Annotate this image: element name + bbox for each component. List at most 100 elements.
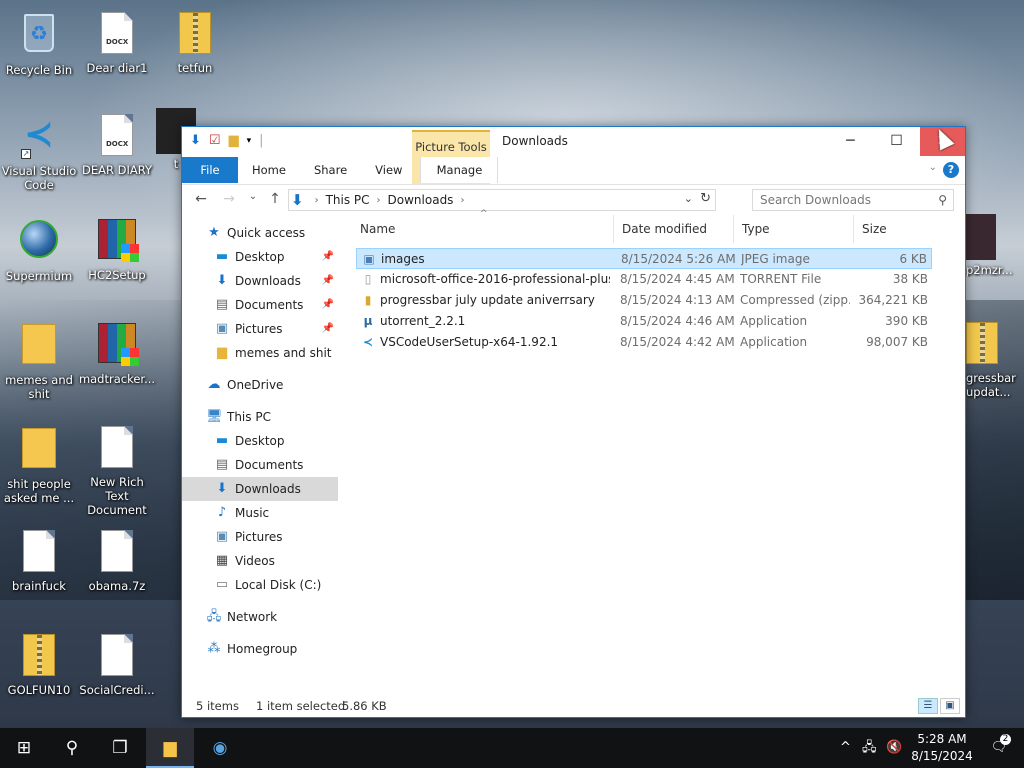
status-selection-size: 5.86 KB — [342, 699, 387, 713]
nav-quick-memes[interactable]: ▆ memes and shit — [182, 341, 338, 365]
pin-icon: 📌 — [321, 299, 334, 310]
breadcrumb-separator-icon[interactable]: › — [315, 195, 319, 206]
tab-file[interactable]: File — [182, 157, 238, 183]
nav-pc-local-disk[interactable]: ▭ Local Disk (C:) — [182, 573, 338, 597]
taskbar-clock[interactable]: 5:28 AM 8/15/2024 — [910, 731, 974, 765]
computer-icon: 🖥 — [206, 409, 223, 424]
table-row[interactable]: ▮ progressbar july update aniverrsary 8/… — [356, 290, 932, 311]
pin-icon: 📌 — [321, 275, 334, 286]
desktop-icon-recycle-bin[interactable]: ♻ Recycle Bin — [0, 10, 78, 77]
nav-pc-pictures[interactable]: ▣ Pictures — [182, 525, 338, 549]
file-explorer-window[interactable]: ⬇ ☑ ▆ ▾ | Downloads ─ ☐ ✕ Picture Tools … — [181, 126, 966, 718]
large-icons-view-icon[interactable]: ▣ — [940, 698, 960, 714]
desktop-icon-socialcredi[interactable]: SocialCredi... — [78, 632, 156, 697]
desktop-icon-supermium[interactable]: Supermium — [0, 216, 78, 283]
start-button[interactable]: ⊞ — [0, 728, 48, 768]
search-input[interactable]: Search Downloads ⚲ — [752, 189, 954, 211]
blank-file-icon: ▯ — [364, 272, 372, 286]
forward-arrow-icon[interactable]: → — [220, 191, 238, 207]
blank-file-icon — [101, 530, 133, 572]
desktop-icon-golfun10[interactable]: GOLFUN10 — [0, 632, 78, 697]
tab-manage[interactable]: Manage — [420, 157, 499, 183]
vscode-icon: ≺ — [362, 335, 374, 349]
table-row[interactable]: ▣ images 8/15/2024 5:26 AM JPEG image 6 … — [356, 248, 932, 269]
volume-muted-icon[interactable]: 🔇 — [886, 728, 902, 768]
details-view-icon[interactable]: ☰ — [918, 698, 938, 714]
up-arrow-icon[interactable]: ↑ — [266, 191, 284, 207]
nav-quick-desktop[interactable]: ▬ Desktop 📌 — [182, 245, 338, 269]
desktop-icon-progressbar-zip[interactable]: gressbar updat... — [966, 322, 1024, 399]
column-header-name[interactable]: Name — [352, 215, 614, 243]
nav-this-pc[interactable]: 🖥 This PC — [182, 405, 338, 429]
taskbar-file-explorer[interactable]: ▆ — [146, 728, 194, 768]
tab-view[interactable]: View — [361, 157, 416, 183]
desktop-icon-dear-diar1[interactable]: DOCX Dear diar1 — [78, 10, 156, 75]
nav-pc-videos[interactable]: ▦ Videos — [182, 549, 338, 573]
zip-folder-icon: ▮ — [364, 293, 372, 307]
desktop-icon-new-rich-text[interactable]: New Rich Text Document — [78, 424, 156, 517]
file-explorer-icon: ▆ — [163, 738, 177, 758]
table-row[interactable]: ▯ microsoft-office-2016-professional-plu… — [356, 269, 932, 290]
nav-homegroup[interactable]: ⁂ Homegroup — [182, 637, 338, 661]
customize-qat-icon[interactable]: ▾ — [247, 133, 252, 149]
desktop-icon-p2mzr[interactable]: p2mzr... — [966, 214, 1024, 277]
desktop-icon-madtracker[interactable]: madtracker... — [78, 320, 156, 386]
nav-quick-access[interactable]: ★ Quick access — [182, 221, 338, 245]
desktop-icon-hc2setup[interactable]: HC2Setup — [78, 216, 156, 282]
desktop-icon-shit-people-folder[interactable]: shit people asked me ... — [0, 424, 78, 505]
image-file-icon — [966, 214, 996, 260]
address-bar[interactable]: ⬇ › This PC › Downloads › ⌄ ↻ — [288, 189, 716, 211]
taskbar-supermium[interactable]: ◉ — [196, 728, 244, 768]
new-folder-icon[interactable]: ▆ — [229, 133, 239, 149]
desktop-icon-dear-diary[interactable]: DOCX DEAR DIARY — [78, 112, 156, 177]
nav-network[interactable]: 🖧 Network — [182, 605, 338, 629]
table-row[interactable]: µ utorrent_2.2.1 8/15/2024 4:46 AM Appli… — [356, 311, 932, 332]
refresh-icon[interactable]: ↻ — [700, 191, 711, 206]
nav-pc-documents[interactable]: ▤ Documents — [182, 453, 338, 477]
task-view-icon: ❐ — [112, 738, 128, 758]
winrar-icon — [98, 323, 139, 366]
help-icon[interactable]: ? — [943, 162, 959, 178]
title-bar[interactable]: ⬇ ☑ ▆ ▾ | Downloads ─ ☐ ✕ — [182, 127, 965, 157]
downloads-icon: ⬇ — [216, 273, 228, 288]
desktop-icon-vscode[interactable]: ≺ ↗ Visual Studio Code — [0, 112, 78, 193]
address-dropdown-icon[interactable]: ⌄ — [684, 192, 693, 205]
desktop-icon-obama-7z[interactable]: obama.7z — [78, 528, 156, 593]
desktop-icon-tetfun[interactable]: tetfun — [156, 10, 234, 75]
network-status-icon[interactable]: 🖧 — [862, 728, 877, 768]
properties-icon[interactable]: ☑ — [209, 133, 221, 149]
column-header-type[interactable]: Type — [734, 215, 854, 243]
nav-onedrive[interactable]: ☁ OneDrive — [182, 373, 338, 397]
downloads-arrow-icon[interactable]: ⬇ — [190, 133, 201, 149]
task-view-button[interactable]: ❐ — [96, 728, 144, 768]
table-row[interactable]: ≺ VSCodeUserSetup-x64-1.92.1 8/15/2024 4… — [356, 332, 932, 353]
tab-share[interactable]: Share — [300, 157, 361, 183]
recent-locations-icon[interactable]: ⌄ — [244, 191, 262, 202]
navigation-bar: ← → ⌄ ↑ ⬇ › This PC › Downloads › ⌄ ↻ Se… — [182, 184, 965, 214]
column-header-date[interactable]: Date modified — [614, 215, 734, 243]
nav-pc-desktop[interactable]: ▬ Desktop — [182, 429, 338, 453]
expand-ribbon-icon[interactable]: ⌄ — [929, 162, 937, 173]
tab-home[interactable]: Home — [238, 157, 300, 183]
breadcrumb-separator-icon[interactable]: › — [377, 195, 381, 206]
nav-pc-music[interactable]: ♪ Music — [182, 501, 338, 525]
minimize-button[interactable]: ─ — [828, 127, 873, 156]
nav-pc-downloads[interactable]: ⬇ Downloads — [182, 477, 338, 501]
search-button[interactable]: ⚲ — [48, 728, 96, 768]
show-hidden-icons-icon[interactable]: ^ — [840, 728, 851, 768]
breadcrumb-separator-icon[interactable]: › — [460, 195, 464, 206]
breadcrumb-downloads[interactable]: Downloads — [388, 193, 454, 207]
status-item-count: 5 items — [196, 699, 239, 713]
pictures-icon: ▣ — [215, 529, 229, 544]
desktop-icon-memes-folder[interactable]: memes and shit — [0, 320, 78, 401]
column-header-size[interactable]: Size — [854, 215, 934, 243]
nav-quick-documents[interactable]: ▤ Documents 📌 — [182, 293, 338, 317]
nav-quick-pictures[interactable]: ▣ Pictures 📌 — [182, 317, 338, 341]
nav-quick-downloads[interactable]: ⬇ Downloads 📌 — [182, 269, 338, 293]
back-arrow-icon[interactable]: ← — [192, 191, 210, 207]
breadcrumb-this-pc[interactable]: This PC — [326, 193, 370, 207]
maximize-button[interactable]: ☐ — [874, 127, 919, 156]
taskbar: ⊞ ⚲ ❐ ▆ ◉ ^ 🖧 🔇 5:28 AM 8/15/2024 🗨 2 — [0, 728, 1024, 768]
action-center-button[interactable]: 🗨 2 — [984, 728, 1014, 768]
desktop-icon-brainfuck[interactable]: brainfuck — [0, 528, 78, 593]
